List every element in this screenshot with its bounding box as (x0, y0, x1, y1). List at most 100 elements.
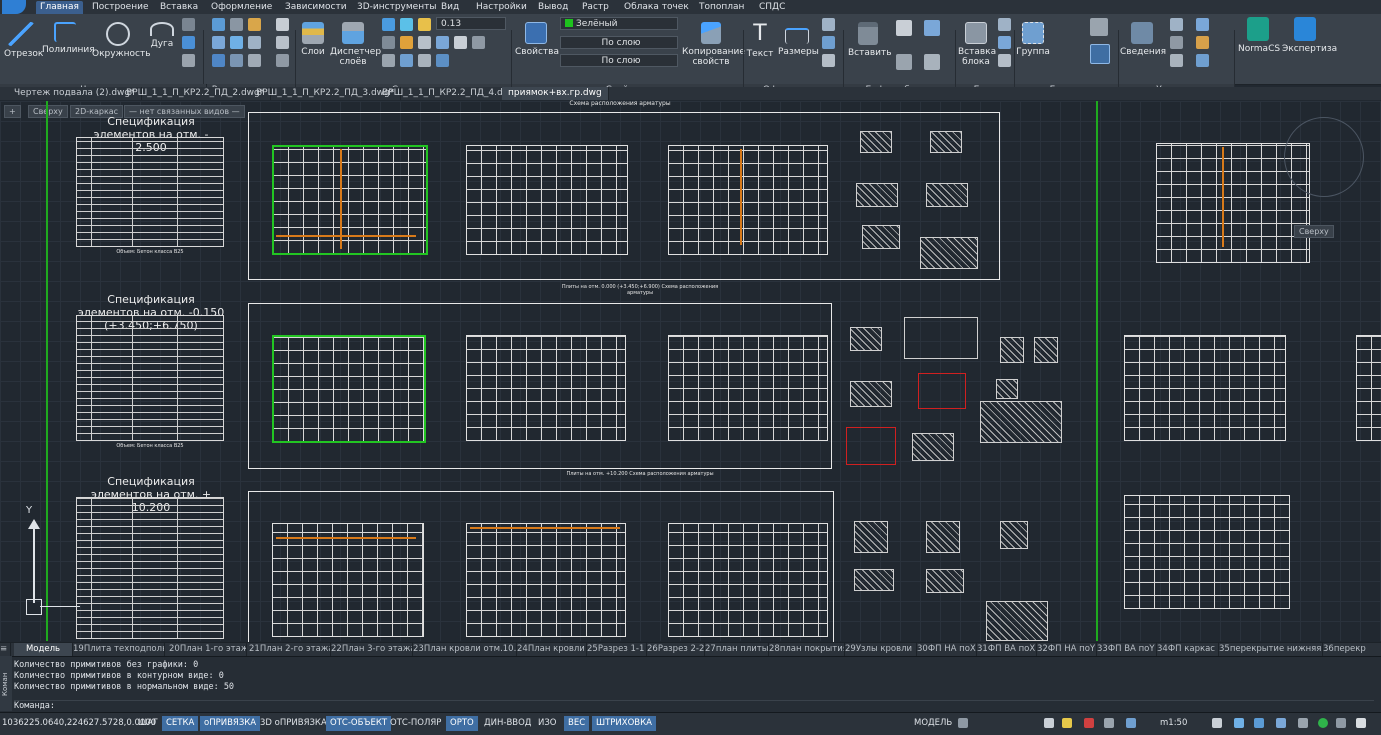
expertise-button[interactable]: Экспертиза (1282, 17, 1337, 54)
drawing-canvas[interactable]: + Сверху 2D-каркас — нет связанных видов… (0, 101, 1381, 653)
3d-osnap-toggle[interactable]: 3D оПРИВЯЗКА (256, 716, 331, 731)
layout-tab-model[interactable]: Модель (14, 643, 73, 656)
paste-block-icon[interactable] (924, 54, 940, 70)
polar-tracking-toggle[interactable]: ОТС-ПОЛЯР (386, 716, 445, 731)
layer-off-icon[interactable] (454, 36, 467, 49)
paste-button[interactable]: Вставить (848, 22, 892, 58)
layer-merge-icon[interactable] (418, 54, 431, 67)
group-button[interactable]: Группа (1016, 22, 1050, 57)
arc-button[interactable]: Дуга (148, 22, 176, 49)
layout-tab[interactable]: 20План 1-го этажа (166, 643, 247, 656)
layout-menu-icon[interactable]: ≡ (0, 643, 11, 656)
polyline-button[interactable]: Полилиния (42, 22, 95, 55)
zoom-extents-icon[interactable] (1276, 718, 1286, 728)
isolate-icon[interactable] (1104, 718, 1114, 728)
layout-tab[interactable]: 29Узлы кровли (842, 643, 917, 656)
trim-icon[interactable] (248, 18, 261, 31)
leader-icon[interactable] (822, 18, 835, 31)
fullscreen-icon[interactable] (1356, 718, 1366, 728)
layout-tab[interactable]: 35перекрытие нижняя Х (1216, 643, 1323, 656)
model-space-button[interactable]: МОДЕЛЬ (910, 716, 956, 731)
layout-tab[interactable]: 33ФП ВА поY (1094, 643, 1157, 656)
layout-tab[interactable]: 23План кровли отм.10.2 (410, 643, 517, 656)
tab-raster[interactable]: Растр (582, 1, 609, 14)
snap-toggle[interactable]: ШАГ (134, 716, 162, 731)
text-button[interactable]: T Текст (746, 22, 774, 60)
layout-tab[interactable]: 30ФП НА поХ (914, 643, 977, 656)
zoom-icon[interactable] (1234, 718, 1244, 728)
copy-base-icon[interactable] (896, 54, 912, 70)
tab-annotate[interactable]: Оформление (211, 1, 272, 14)
doc-tab[interactable]: ВРШ_1_1_П_КР2.2_ПД_2.dwg* (120, 87, 272, 100)
layout-tab[interactable]: 24План кровли (514, 643, 587, 656)
layers-button[interactable]: Слои (300, 22, 326, 57)
layer-delete-icon[interactable] (436, 54, 449, 67)
isometric-toggle[interactable]: ИЗО (534, 716, 561, 731)
tab-build[interactable]: Построение (92, 1, 149, 14)
layout-tab[interactable]: 22План 3-го этажа (328, 643, 413, 656)
settings-icon[interactable] (1336, 718, 1346, 728)
scale-icon[interactable] (230, 54, 243, 67)
line-button[interactable]: Отрезок (4, 22, 43, 59)
layout-tab[interactable]: 36перекр (1320, 643, 1381, 656)
cut-icon[interactable] (896, 20, 912, 36)
hatch-icon[interactable] (182, 18, 195, 31)
id-point-icon[interactable] (1170, 36, 1183, 49)
copy-icon[interactable] (212, 36, 225, 49)
doc-tab-active[interactable]: приямок+вх.гр.dwg (502, 87, 609, 100)
layer-freeze-icon[interactable] (418, 18, 431, 31)
tab-insert[interactable]: Вставка (160, 1, 198, 14)
annotation-scale-icon[interactable] (1044, 718, 1054, 728)
tab-3d-tools[interactable]: 3D-инструменты (357, 1, 436, 14)
tab-topoplan[interactable]: Топоплан (699, 1, 744, 14)
layer-manager-button[interactable]: Диспетчер слоёв (330, 22, 381, 67)
copy-clip-icon[interactable] (924, 20, 940, 36)
fillet-icon[interactable] (248, 36, 261, 49)
measure-icon[interactable] (1170, 18, 1183, 31)
quick-calc-icon[interactable] (1196, 36, 1209, 49)
tab-view[interactable]: Вид (441, 1, 459, 14)
hatch-toggle[interactable]: ШТРИХОВКА (592, 716, 656, 731)
attribute-icon[interactable] (998, 54, 1011, 67)
zoom-window-icon[interactable] (1254, 718, 1264, 728)
info-button[interactable]: Сведения (1120, 22, 1166, 57)
orbit-icon[interactable] (1298, 718, 1308, 728)
sync-status-icon[interactable] (1318, 718, 1328, 728)
layer-prev-icon[interactable] (382, 54, 395, 67)
rectangle-icon[interactable] (182, 36, 195, 49)
layer-state-icon[interactable] (382, 36, 395, 49)
color-combo[interactable]: Зелёный (560, 17, 678, 30)
scale-readout[interactable]: m1:50 (1156, 716, 1191, 731)
move-icon[interactable] (212, 18, 225, 31)
layout-tab[interactable]: 32ФП НА поY (1034, 643, 1097, 656)
layer-sun-icon[interactable] (400, 36, 413, 49)
layer-lock-icon[interactable] (418, 36, 431, 49)
edit-block-icon[interactable] (998, 36, 1011, 49)
lock-ui-icon[interactable] (1084, 718, 1094, 728)
insert-block-button[interactable]: Вставка блока (958, 22, 996, 67)
viewcube-label[interactable]: Сверху (1294, 225, 1334, 238)
lineweight-prop-combo[interactable]: По слою (560, 54, 678, 67)
layer-visible-icon[interactable] (400, 18, 413, 31)
tab-spds[interactable]: СПДС (759, 1, 785, 14)
lineweight-combo[interactable]: 0.13 (436, 17, 506, 30)
mark-icon[interactable] (822, 54, 835, 67)
layout-tab[interactable]: 25Разрез 1-1 (584, 643, 647, 656)
layout-tab[interactable]: 34ФП каркас (1154, 643, 1219, 656)
viewcube-ring[interactable] (1284, 117, 1364, 197)
normacs-button[interactable]: NormaCS (1238, 17, 1280, 54)
layout-tab[interactable]: 21План 2-го этажа (246, 643, 331, 656)
table-icon[interactable] (822, 36, 835, 49)
array-icon[interactable] (248, 54, 261, 67)
app-menu-button[interactable] (2, 0, 26, 14)
select-similar-icon[interactable] (1196, 18, 1209, 31)
command-window-handle[interactable]: Коман (0, 656, 12, 711)
erase-icon[interactable] (276, 18, 289, 31)
dynamic-input-toggle[interactable]: ДИН-ВВОД (480, 716, 535, 731)
spline-icon[interactable] (182, 54, 195, 67)
dimensions-button[interactable]: Размеры (778, 22, 819, 57)
layer-tool-icon[interactable] (382, 18, 395, 31)
lineweight-toggle[interactable]: ВЕС (564, 716, 590, 731)
tab-constraints[interactable]: Зависимости (285, 1, 347, 14)
properties-button[interactable]: Свойства (515, 22, 559, 57)
